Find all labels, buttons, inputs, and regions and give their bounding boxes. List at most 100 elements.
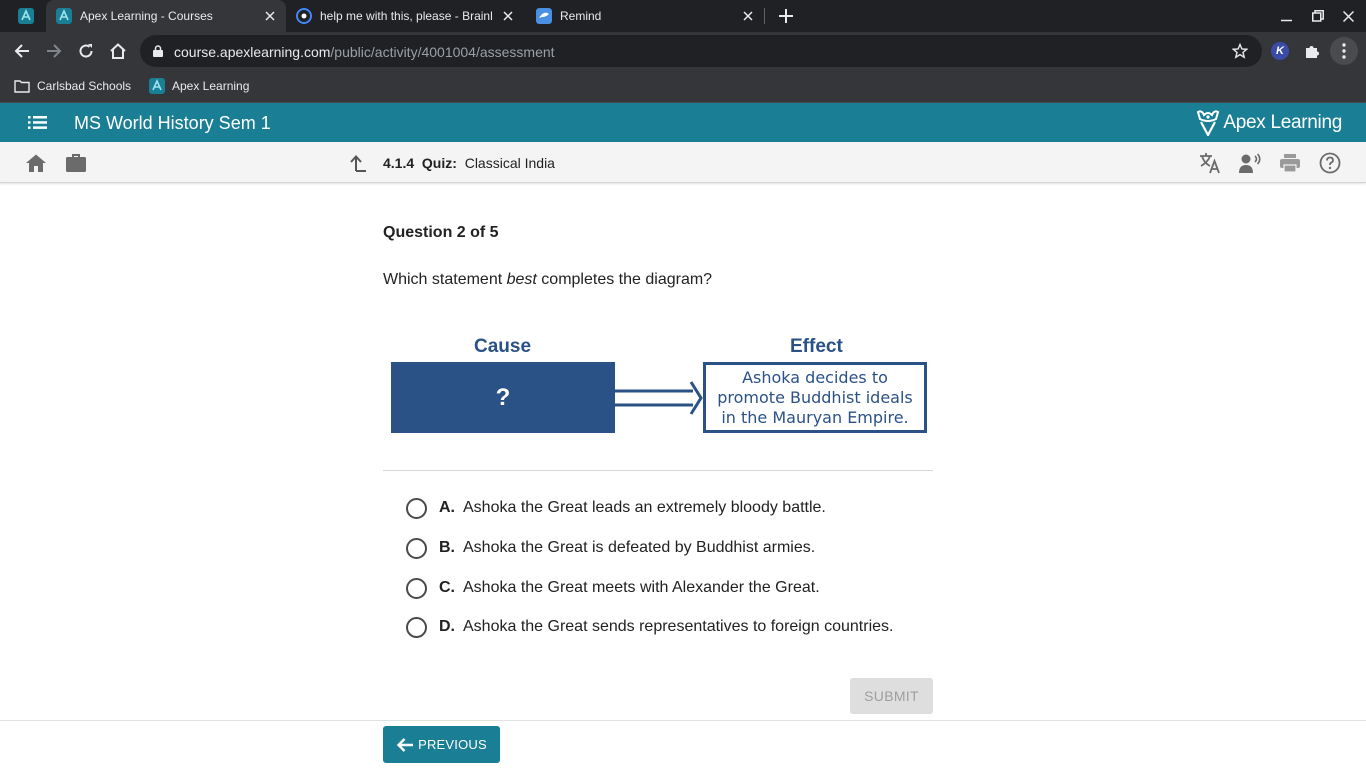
- extension-k-icon: K: [1271, 42, 1289, 60]
- tab-separator: [764, 8, 765, 24]
- tab-close-icon[interactable]: [262, 8, 278, 24]
- cause-text: ?: [495, 383, 511, 411]
- tab-brainly[interactable]: help me with this, please - Brainly: [286, 0, 524, 32]
- arrow-right-icon: [615, 381, 703, 415]
- bookmark-label: Carlsbad Schools: [37, 79, 132, 93]
- bookmark-label: Apex Learning: [172, 79, 250, 93]
- radio-button[interactable]: [406, 497, 427, 519]
- restore-button[interactable]: [1308, 8, 1328, 24]
- new-tab-button[interactable]: [776, 6, 796, 26]
- up-level-button[interactable]: [346, 151, 370, 175]
- activity-number: 4.1.4: [383, 155, 415, 171]
- back-button[interactable]: [8, 37, 36, 65]
- home-icon: [110, 43, 126, 59]
- list-menu-icon: [27, 115, 47, 129]
- answer-option-c[interactable]: C. Ashoka the Great meets with Alexander…: [406, 576, 820, 600]
- option-text: Ashoka the Great meets with Alexander th…: [463, 579, 820, 596]
- option-letter: C.: [439, 579, 455, 596]
- cause-label: Cause: [474, 336, 532, 357]
- logo-text: Apex Learning: [1223, 111, 1342, 133]
- radio-button[interactable]: [406, 577, 427, 599]
- option-letter: D.: [439, 618, 455, 635]
- minimize-button[interactable]: [1276, 8, 1296, 24]
- radio-button[interactable]: [406, 616, 427, 638]
- course-menu-button[interactable]: [26, 112, 48, 132]
- printer-icon: [1280, 154, 1300, 172]
- cause-effect-diagram: Cause Effect ? Ashoka decides to promote…: [383, 330, 933, 445]
- forward-button[interactable]: [40, 37, 68, 65]
- previous-label: PREVIOUS: [418, 737, 487, 752]
- activity-toolbar: 4.1.4 Quiz: Classical India: [0, 142, 1366, 183]
- radio-button[interactable]: [406, 537, 427, 559]
- extension-k-button[interactable]: K: [1266, 37, 1294, 65]
- url-path: /public/activity/4001004/assessment: [330, 44, 555, 60]
- answer-option-a[interactable]: A. Ashoka the Great leads an extremely b…: [406, 496, 826, 520]
- home-button[interactable]: [104, 37, 132, 65]
- kebab-menu-icon: [1342, 43, 1346, 59]
- browser-toolbar: course.apexlearning.com/public/activity/…: [0, 32, 1366, 70]
- tab-remind[interactable]: Remind: [526, 0, 764, 32]
- effect-label: Effect: [790, 336, 843, 357]
- course-title: MS World History Sem 1: [74, 113, 271, 133]
- effect-box: Ashoka decides to promote Buddhist ideal…: [703, 362, 927, 433]
- apex-favicon-icon: [18, 8, 34, 24]
- apex-logo-icon: [1197, 110, 1220, 136]
- activity-breadcrumb: 4.1.4 Quiz: Classical India: [383, 155, 555, 171]
- speaker-person-icon: [1239, 153, 1261, 173]
- tab-apex-learning[interactable]: Apex Learning - Courses: [46, 0, 286, 32]
- star-bookmark-icon[interactable]: [1232, 43, 1248, 59]
- option-text: Ashoka the Great leads an extremely bloo…: [463, 499, 826, 516]
- answer-option-d[interactable]: D. Ashoka the Great sends representative…: [406, 615, 893, 639]
- tab-title: help me with this, please - Brainly: [320, 9, 492, 23]
- translate-button[interactable]: [1198, 151, 1222, 175]
- briefcase-button[interactable]: [64, 151, 88, 175]
- activity-type: Quiz:: [421, 155, 457, 171]
- url-text: course.apexlearning.com/public/activity/…: [174, 44, 555, 60]
- briefcase-icon: [66, 154, 86, 172]
- level-up-icon: [350, 155, 366, 172]
- question-counter: Question 2 of 5: [383, 224, 499, 241]
- bookmark-apex-learning[interactable]: Apex Learning: [149, 77, 249, 95]
- previous-button[interactable]: PREVIOUS: [383, 726, 500, 763]
- reload-button[interactable]: [72, 37, 100, 65]
- answer-option-b[interactable]: B. Ashoka the Great is defeated by Buddh…: [406, 536, 815, 560]
- browser-tab-strip: Apex Learning - Courses help me with thi…: [0, 0, 1366, 32]
- window-close-button[interactable]: [1338, 8, 1358, 24]
- tab-close-icon[interactable]: [740, 8, 756, 24]
- close-icon: [1342, 10, 1354, 22]
- url-host: course.apexlearning.com: [174, 44, 331, 60]
- activity-title: Classical India: [464, 155, 555, 171]
- browser-menu-button[interactable]: [1330, 37, 1358, 65]
- prompt-emphasis: best: [506, 271, 537, 288]
- print-button[interactable]: [1278, 151, 1302, 175]
- pinned-tab-apex[interactable]: [16, 6, 36, 26]
- option-text: Ashoka the Great sends representatives t…: [463, 618, 894, 635]
- apex-favicon-icon: [149, 78, 165, 94]
- course-header: MS World History Sem 1 Apex Learning: [0, 103, 1366, 142]
- cause-box: ?: [391, 362, 615, 433]
- prompt-start: Which statement: [383, 271, 507, 288]
- divider: [383, 470, 933, 471]
- text-to-speech-button[interactable]: [1238, 151, 1262, 175]
- extensions-button[interactable]: [1298, 37, 1326, 65]
- tab-close-icon[interactable]: [500, 8, 516, 24]
- prompt-end: completes the diagram?: [536, 271, 713, 288]
- remind-favicon-icon: [536, 8, 552, 24]
- help-button[interactable]: [1318, 151, 1342, 175]
- option-letter: A.: [439, 499, 455, 516]
- option-text: Ashoka the Great is defeated by Buddhist…: [463, 539, 816, 556]
- extension-k-letter: K: [1276, 45, 1284, 57]
- bookmark-carlsbad-schools[interactable]: Carlsbad Schools: [14, 77, 131, 95]
- home-icon: [26, 154, 46, 172]
- brainly-favicon-icon: [296, 8, 312, 24]
- home-button[interactable]: [24, 151, 48, 175]
- effect-text: Ashoka decides to promote Buddhist ideal…: [717, 367, 913, 427]
- arrow-left-icon: [396, 737, 414, 752]
- submit-button[interactable]: SUBMIT: [850, 678, 933, 714]
- puzzle-icon: [1306, 46, 1319, 58]
- address-bar[interactable]: course.apexlearning.com/public/activity/…: [140, 35, 1262, 67]
- help-circle-icon: [1319, 152, 1341, 174]
- apex-favicon-icon: [56, 8, 72, 24]
- arrow-right-icon: [47, 44, 62, 58]
- arrow-left-icon: [14, 44, 29, 58]
